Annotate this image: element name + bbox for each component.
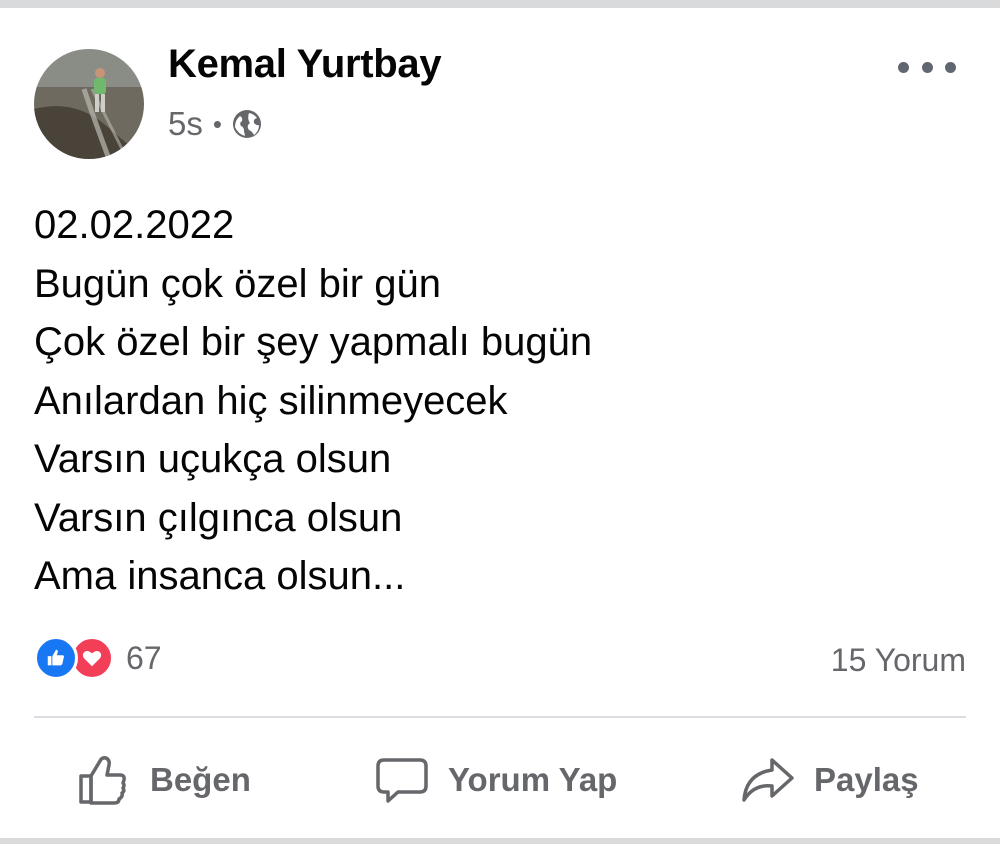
post-line: Anılardan hiç silinmeyecek: [34, 378, 508, 423]
author-name[interactable]: Kemal Yurtbay: [168, 42, 442, 87]
reactions-summary[interactable]: 67: [34, 636, 162, 680]
more-options-icon[interactable]: [898, 54, 956, 80]
post-meta: 5s •: [168, 104, 262, 144]
menu-dot: [921, 61, 933, 73]
share-button-label: Paylaş: [814, 761, 919, 798]
comments-count-link[interactable]: 15 Yorum: [831, 642, 966, 679]
post-line: Ama insanca olsun...: [34, 554, 406, 598]
comment-button-label: Yorum Yap: [448, 761, 618, 798]
menu-dot: [945, 61, 956, 73]
comment-button[interactable]: Yorum Yap: [374, 748, 617, 812]
post-line: 02.02.2022: [34, 203, 235, 247]
share-button[interactable]: Paylaş: [740, 748, 919, 812]
post-line: Çok özel bir şey yapmalı bugün: [34, 320, 593, 364]
like-reaction-icon: [34, 636, 78, 680]
post-line: Varsın çılgınca olsun: [34, 495, 403, 540]
post-line: Varsın uçukça olsun: [34, 437, 392, 481]
menu-dot: [898, 61, 909, 73]
divider: [34, 716, 966, 718]
share-arrow-icon: [742, 758, 794, 802]
thumbs-up-icon: [79, 756, 126, 805]
like-button-label: Beğen: [150, 761, 251, 798]
avatar-photo: [34, 49, 144, 159]
post-timestamp[interactable]: 5s: [168, 105, 203, 143]
post-body: 02.02.2022 Bugün çok özel bir gün Çok öz…: [34, 196, 954, 606]
avatar[interactable]: [34, 49, 144, 159]
like-button[interactable]: Beğen: [76, 748, 251, 812]
comment-bubble-icon: [376, 758, 428, 803]
post-line: Bugün çok özel bir gün: [34, 261, 441, 306]
globe-icon[interactable]: [232, 109, 262, 139]
post-card: Kemal Yurtbay 5s • 02.02.2022 Bugün çok …: [0, 8, 1000, 838]
reaction-count: 67: [126, 639, 162, 676]
meta-separator: •: [212, 108, 222, 139]
